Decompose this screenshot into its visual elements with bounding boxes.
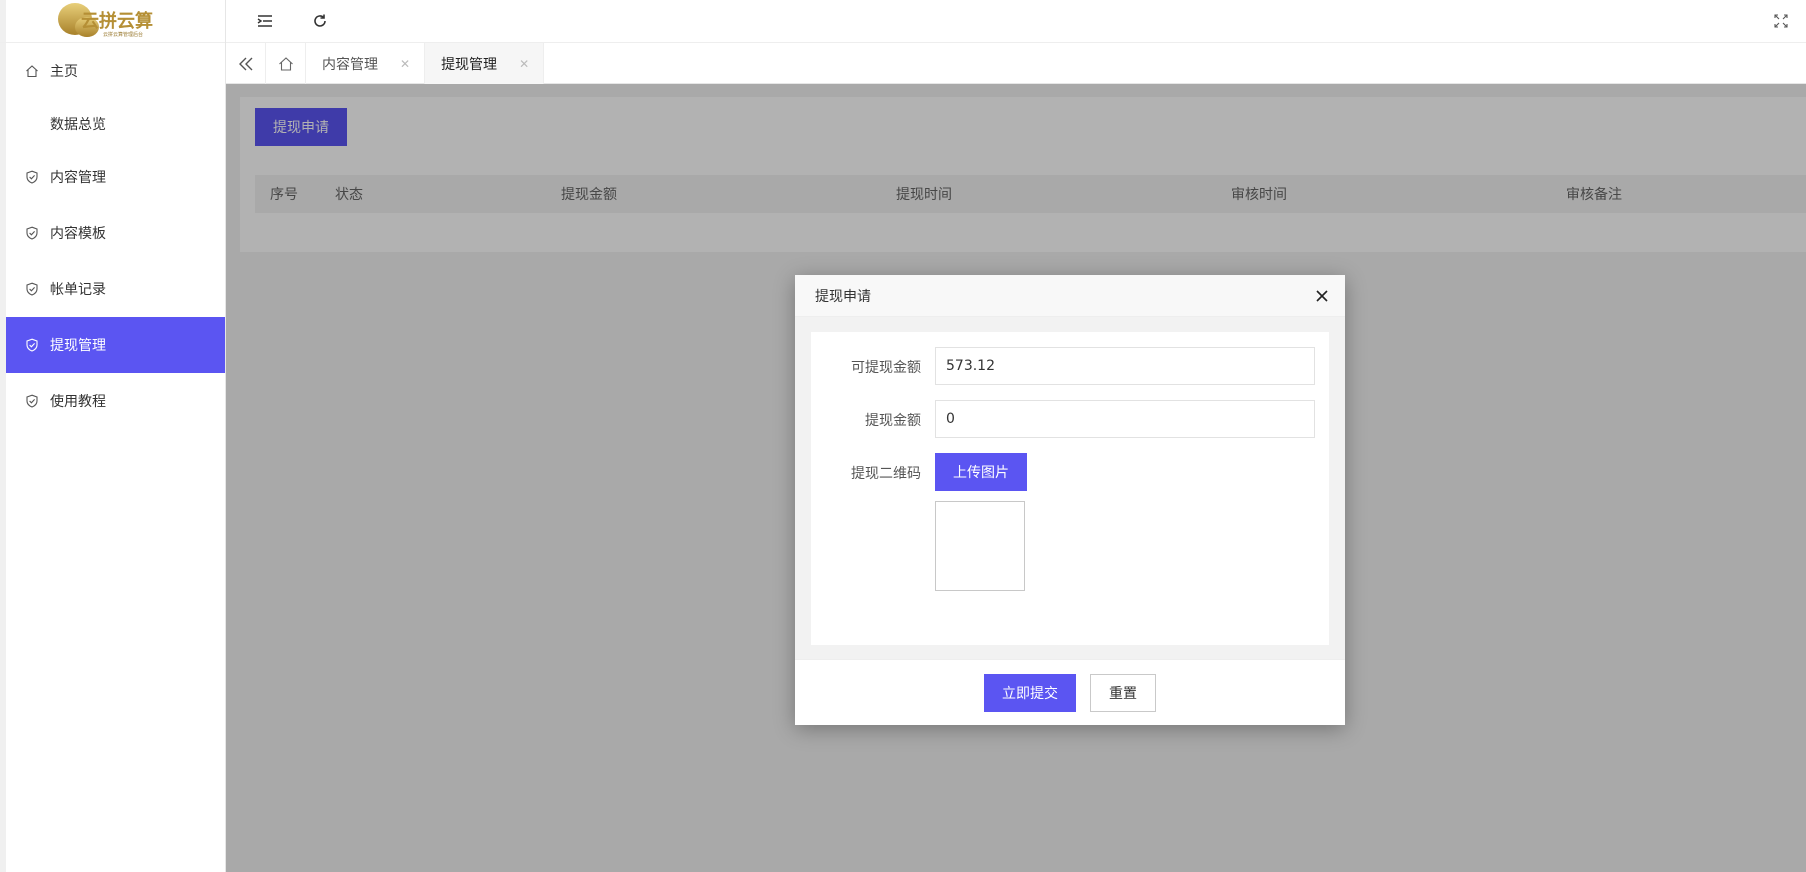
dialog-header: 提现申请 (795, 275, 1345, 317)
tab-scroll-left-button[interactable] (226, 43, 266, 84)
svg-text:云拼云算管理后台: 云拼云算管理后台 (103, 31, 143, 38)
sidebar-item-label: 使用教程 (50, 394, 106, 410)
sidebar-item-label: 帐单记录 (50, 282, 106, 298)
fullscreen-icon[interactable] (1770, 10, 1792, 32)
tab-withdrawal-management[interactable]: 提现管理 ✕ (425, 43, 545, 84)
shield-check-icon (24, 225, 40, 241)
sidebar-menu: 主页 数据总览 内容管理 内容模板 帐单记录 提现管理 使用教程 (0, 43, 225, 429)
form-row-available: 可提现金额 (811, 347, 1329, 385)
dialog-footer: 立即提交 重置 (795, 659, 1345, 725)
tab-bar: 内容管理 ✕ 提现管理 ✕ (226, 43, 1806, 84)
sidebar-item-content-management[interactable]: 内容管理 (0, 149, 225, 205)
withdrawal-dialog: 提现申请 可提现金额 提现金额 提现二维码 上传图片 立即提交 重置 (795, 275, 1345, 725)
shield-check-icon (24, 281, 40, 297)
reset-button[interactable]: 重置 (1090, 673, 1156, 712)
svg-text:云拼云算: 云拼云算 (81, 10, 153, 32)
form-row-qrcode: 提现二维码 上传图片 (811, 453, 1329, 593)
withdraw-amount-input[interactable] (935, 400, 1315, 438)
sidebar-item-billing-records[interactable]: 帐单记录 (0, 261, 225, 317)
sidebar-item-data-overview[interactable]: 数据总览 (0, 99, 225, 149)
sidebar: 云拼云算 云拼云算管理后台 主页 数据总览 内容管理 内容模板 帐单记录 提现管… (0, 0, 226, 872)
brand-logo[interactable]: 云拼云算 云拼云算管理后台 (0, 0, 225, 43)
tab-label: 提现管理 (441, 56, 498, 73)
available-amount-field[interactable] (935, 347, 1315, 385)
sidebar-item-tutorial[interactable]: 使用教程 (0, 373, 225, 429)
sidebar-item-label: 数据总览 (50, 117, 106, 133)
home-icon (24, 63, 40, 79)
dialog-title: 提现申请 (815, 288, 871, 305)
withdraw-amount-label: 提现金额 (865, 413, 921, 429)
sidebar-item-label: 内容模板 (50, 226, 106, 242)
qrcode-preview (935, 501, 1025, 591)
submit-button[interactable]: 立即提交 (984, 673, 1076, 712)
refresh-icon[interactable] (309, 10, 331, 32)
shield-check-icon (24, 393, 40, 409)
sidebar-item-home[interactable]: 主页 (0, 43, 225, 99)
tab-home[interactable] (266, 43, 306, 84)
form-row-amount: 提现金额 (811, 400, 1329, 438)
home-icon (278, 56, 293, 71)
tab-label: 内容管理 (322, 56, 378, 73)
available-amount-label: 可提现金额 (851, 360, 921, 376)
close-icon[interactable]: ✕ (400, 57, 410, 71)
top-header (226, 0, 1806, 43)
logo-icon: 云拼云算 云拼云算管理后台 (57, 3, 153, 38)
shield-check-icon (24, 169, 40, 185)
sidebar-item-label: 内容管理 (50, 170, 106, 186)
sidebar-item-label: 提现管理 (50, 338, 106, 354)
dialog-body: 可提现金额 提现金额 提现二维码 上传图片 (795, 317, 1345, 659)
sidebar-item-label: 主页 (50, 64, 78, 80)
close-icon[interactable]: ✕ (519, 57, 529, 71)
upload-image-button[interactable]: 上传图片 (935, 453, 1027, 491)
close-icon[interactable] (1313, 287, 1331, 305)
tab-content-management[interactable]: 内容管理 ✕ (306, 43, 426, 84)
sidebar-item-content-template[interactable]: 内容模板 (0, 205, 225, 261)
withdrawal-form: 可提现金额 提现金额 提现二维码 上传图片 (811, 332, 1329, 645)
double-chevron-left-icon (238, 57, 252, 70)
sidebar-item-withdrawal-management[interactable]: 提现管理 (6, 317, 225, 373)
menu-fold-icon[interactable] (254, 10, 276, 32)
qrcode-label: 提现二维码 (851, 466, 921, 482)
shield-check-icon (24, 337, 40, 353)
